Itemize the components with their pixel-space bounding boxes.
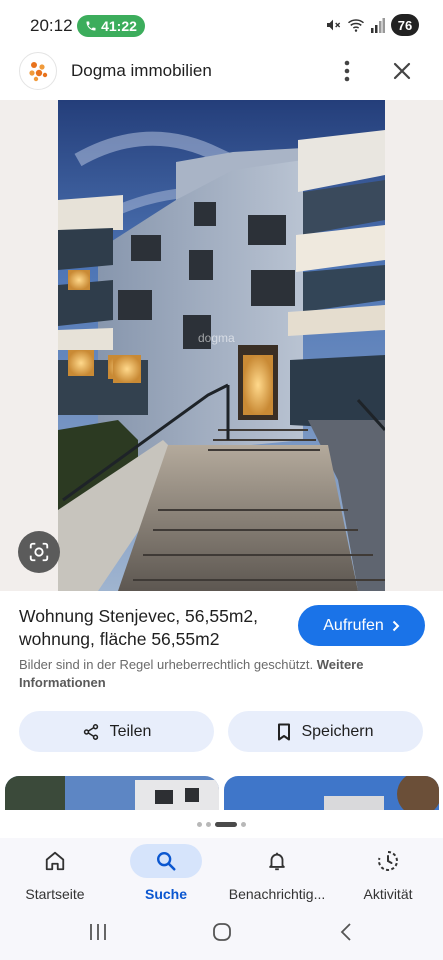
nav-aktivitaet[interactable]: Aktivität (333, 844, 443, 910)
related-thumbnail[interactable] (5, 776, 219, 810)
nav-label: Benachrichtig... (228, 886, 326, 902)
home-button[interactable] (202, 920, 242, 944)
visit-button-label: Aufrufen (323, 616, 384, 634)
history-icon (378, 851, 398, 871)
home-icon (45, 851, 65, 871)
related-thumbnail[interactable] (224, 776, 439, 810)
call-timer: 41:22 (101, 18, 137, 34)
status-time: 20:12 (30, 16, 73, 35)
lens-icon (29, 542, 49, 562)
nav-label: Aktivität (363, 886, 413, 902)
bell-icon (269, 852, 285, 871)
pager-dot-active (215, 822, 237, 827)
signal-icon (371, 18, 385, 33)
visit-button[interactable]: Aufrufen (298, 605, 425, 646)
image-preview-area: dogma (0, 100, 443, 591)
nav-benachrichtigungen[interactable]: Benachrichtig... (222, 844, 332, 910)
back-icon (340, 923, 351, 941)
result-header: Dogma immobilien (0, 50, 443, 100)
dogma-logo-icon (29, 62, 48, 82)
share-label: Teilen (109, 722, 152, 740)
pager-dot (241, 822, 246, 827)
nav-label: Suche (144, 886, 187, 902)
bottom-navigation: Startseite Suche Benachrichtig... Aktivi… (0, 838, 443, 910)
close-icon (393, 62, 411, 80)
pager-dots (0, 822, 443, 827)
nav-label: Startseite (25, 886, 85, 902)
recent-apps-icon (90, 924, 106, 940)
back-button[interactable] (326, 920, 366, 944)
battery-indicator: 76 (391, 14, 419, 36)
share-button[interactable]: Teilen (19, 711, 214, 752)
mute-icon (327, 19, 341, 31)
site-logo[interactable] (19, 52, 57, 90)
copyright-text: Bilder sind in der Regel urheberrechtlic… (19, 657, 314, 672)
save-label: Speichern (301, 722, 374, 740)
site-name[interactable]: Dogma immobilien (71, 61, 212, 81)
image-watermark: dogma (198, 331, 235, 345)
pager-dot (197, 822, 202, 827)
home-circle-icon (213, 923, 231, 941)
search-icon (157, 852, 176, 871)
result-title[interactable]: Wohnung Stenjevec, 56,55m2, wohnung, flä… (19, 605, 289, 651)
result-image[interactable]: dogma (58, 100, 385, 591)
more-options-button[interactable] (335, 56, 359, 86)
nav-suche[interactable]: Suche (111, 844, 221, 910)
recent-apps-button[interactable] (78, 920, 118, 944)
pager-dot (206, 822, 211, 827)
lens-search-button[interactable] (18, 531, 60, 573)
close-button[interactable] (389, 58, 415, 84)
wifi-icon (347, 19, 365, 32)
bookmark-icon (278, 723, 291, 740)
copyright-notice: Bilder sind in der Regel urheberrechtlic… (19, 656, 419, 692)
system-navigation (0, 910, 443, 960)
chevron-right-icon (392, 620, 400, 631)
status-icons: 76 (325, 14, 419, 36)
share-icon (83, 723, 98, 740)
phone-icon (86, 21, 96, 31)
more-vert-icon (344, 60, 350, 82)
call-indicator[interactable]: 41:22 (77, 15, 145, 37)
nav-startseite[interactable]: Startseite (0, 844, 110, 910)
save-button[interactable]: Speichern (228, 711, 423, 752)
status-bar: 20:12 41:22 76 (0, 0, 443, 50)
